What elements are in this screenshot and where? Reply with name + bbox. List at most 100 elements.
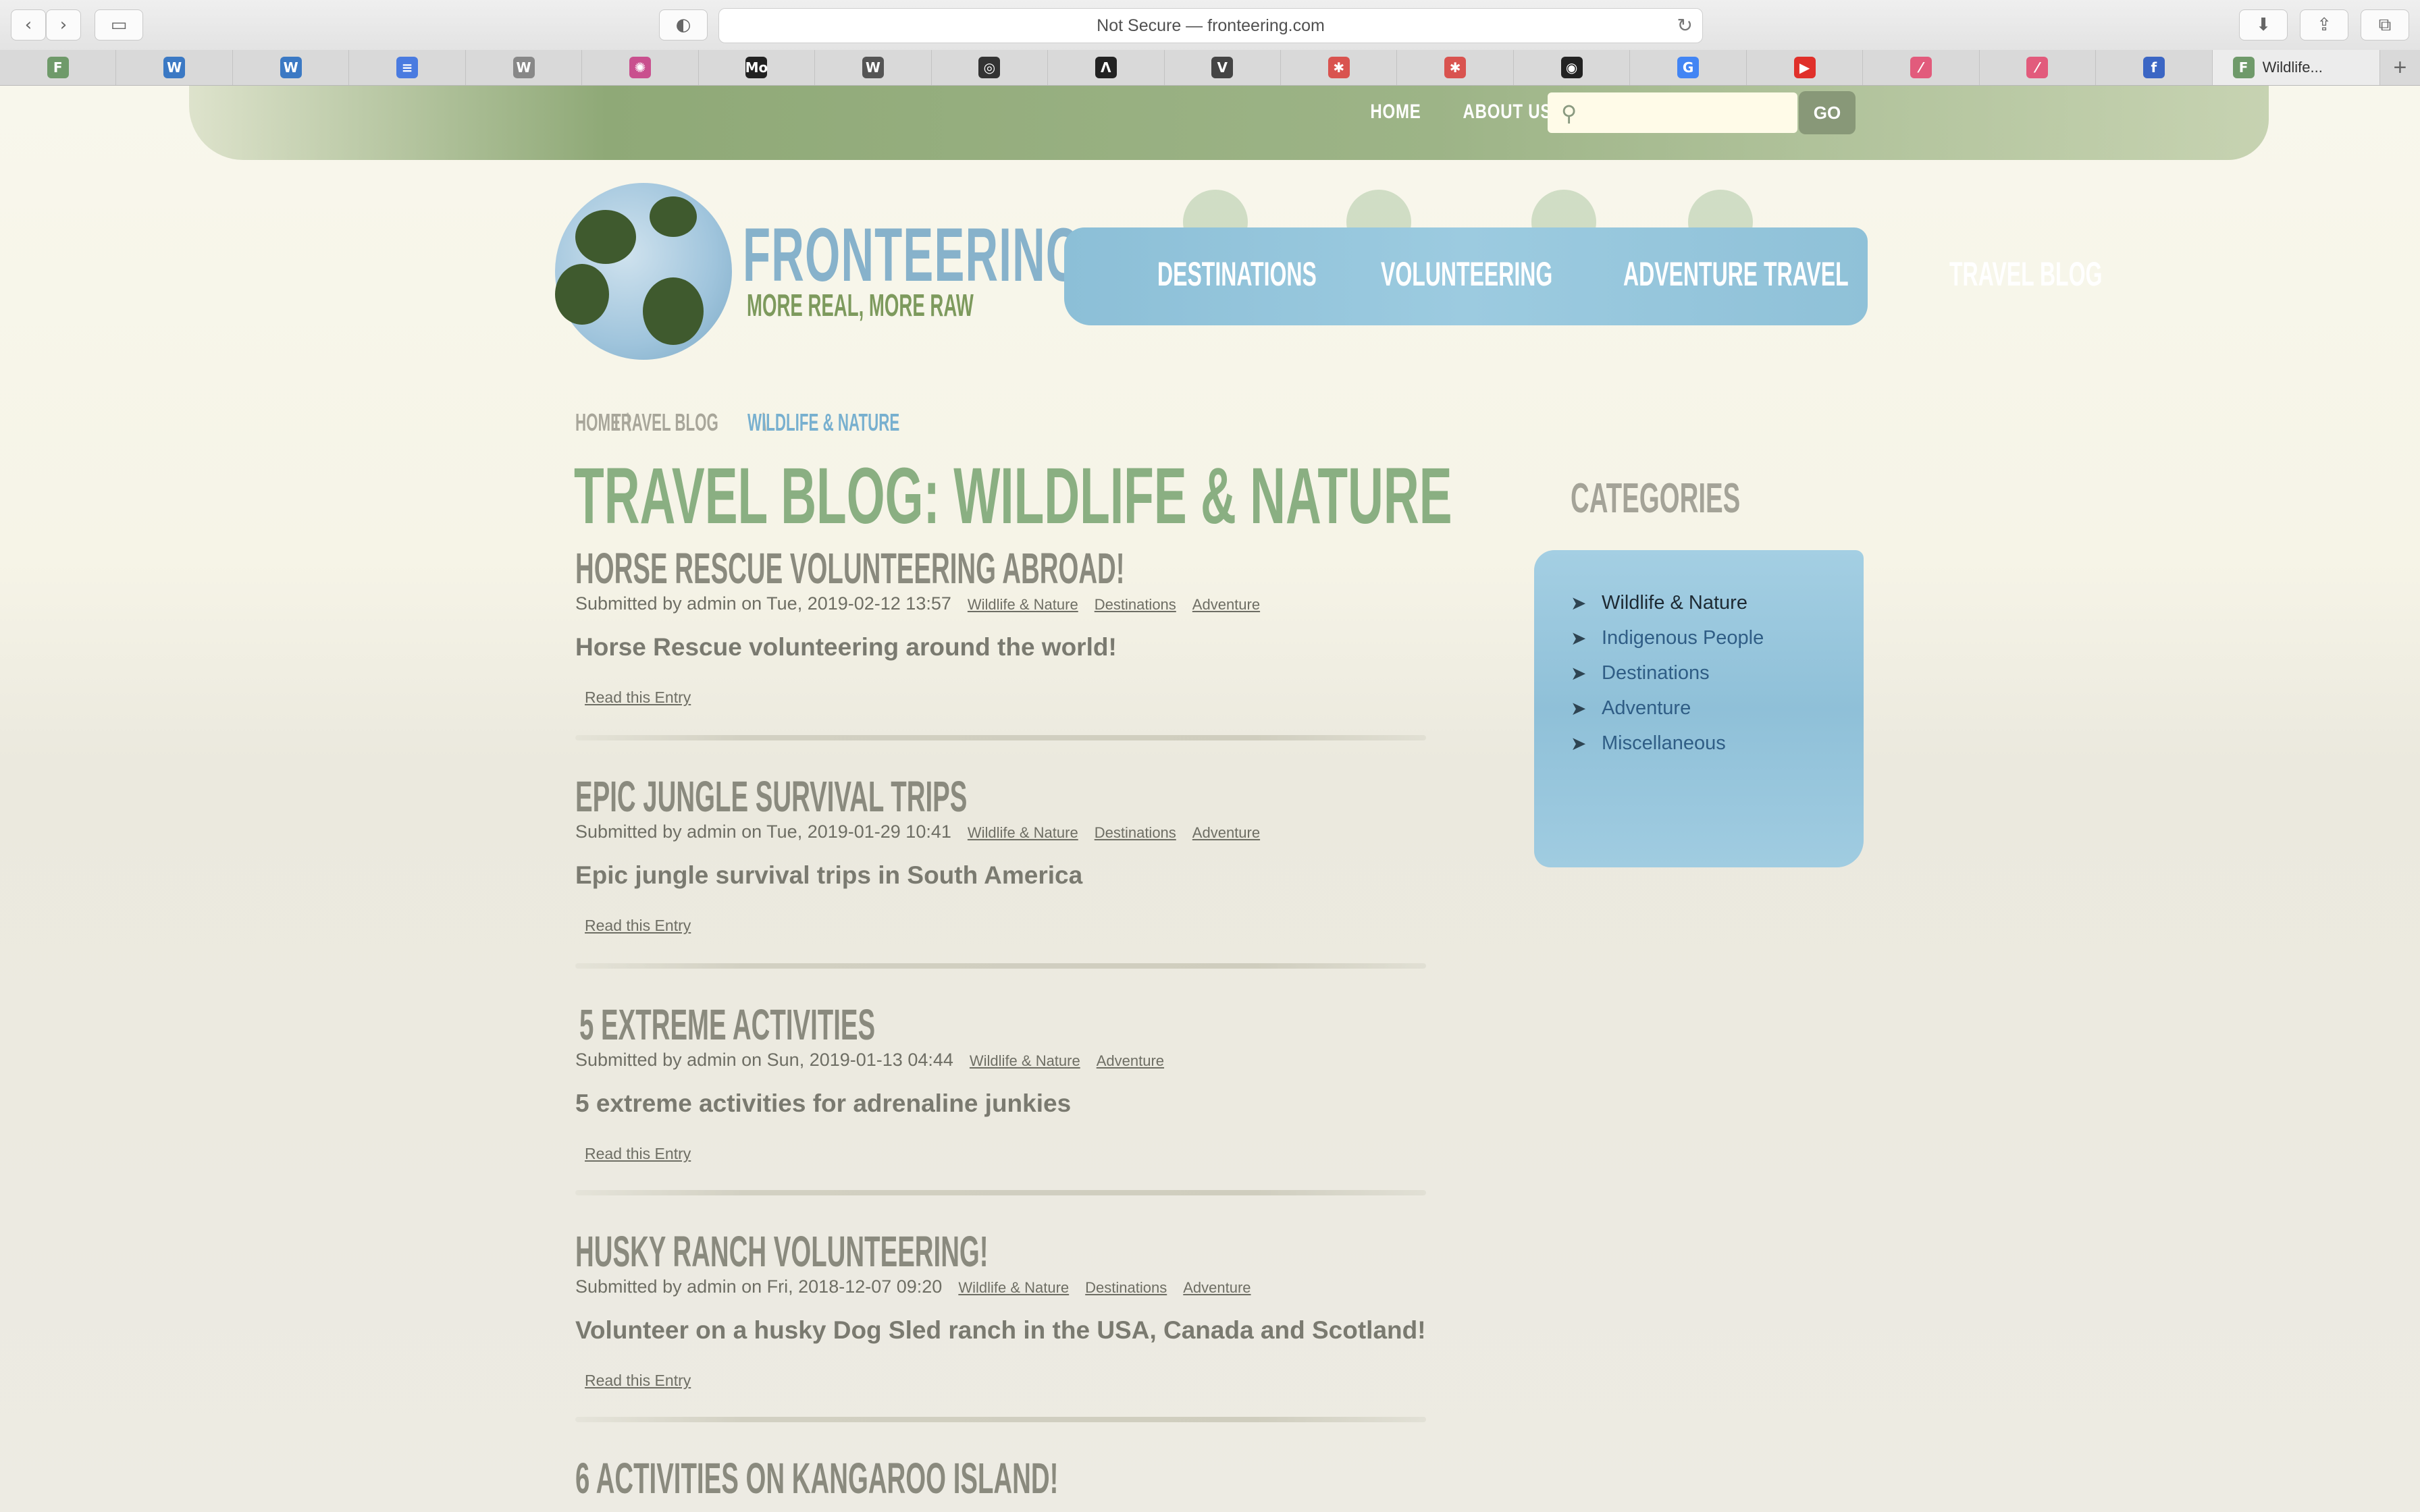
- top-nav-home[interactable]: HOME: [1370, 101, 1421, 124]
- entry-title[interactable]: HUSKY RANCH VOLUNTEERING!: [575, 1226, 1086, 1276]
- pinned-tab[interactable]: ✱: [1281, 50, 1398, 85]
- tree-blob: [555, 264, 609, 325]
- tag-link[interactable]: Wildlife & Nature: [968, 824, 1078, 842]
- search-go-button[interactable]: GO: [1799, 91, 1856, 134]
- main-nav: DESTINATIONS VOLUNTEERING ADVENTURE TRAV…: [1157, 254, 2147, 294]
- category-item-miscellaneous[interactable]: ➤ Miscellaneous: [1571, 726, 1764, 761]
- pinned-tab[interactable]: Λ: [1048, 50, 1165, 85]
- share-button[interactable]: ⇪: [2300, 9, 2348, 40]
- category-item-adventure[interactable]: ➤ Adventure: [1571, 691, 1764, 726]
- privacy-report-button[interactable]: ◐: [659, 9, 708, 40]
- pinned-tab[interactable]: W: [233, 50, 350, 85]
- nav-adventure-travel[interactable]: ADVENTURE TRAVEL: [1623, 254, 1849, 294]
- breadcrumb: HOME \ TRAVEL BLOG \ WILDLIFE & NATURE: [575, 408, 957, 437]
- entry-submitted: Submitted by admin on Sun, 2019-01-13 04…: [575, 1050, 953, 1070]
- tag-link[interactable]: Destinations: [1095, 824, 1176, 842]
- read-entry-link[interactable]: Read this Entry: [585, 1145, 691, 1163]
- tag-link[interactable]: Adventure: [1183, 1279, 1251, 1297]
- fronteering-favicon: F: [2232, 57, 2255, 78]
- search-input[interactable]: ⚲: [1548, 92, 1797, 133]
- tabs-overview-button[interactable]: ⧉: [2361, 9, 2409, 40]
- sidebar-toggle-button[interactable]: ▭: [95, 9, 143, 40]
- globe-logo-icon[interactable]: [555, 183, 732, 360]
- category-item-indigenous-people[interactable]: ➤ Indigenous People: [1571, 620, 1764, 655]
- pinned-tab[interactable]: ◉: [1514, 50, 1631, 85]
- pinned-tab[interactable]: ⁄: [1863, 50, 1980, 85]
- chevron-right-icon: ➤: [1571, 697, 1587, 720]
- page-title: TRAVEL BLOG: WILDLIFE & NATURE: [574, 452, 1452, 541]
- top-nav: HOME ABOUT US: [1364, 101, 1563, 124]
- category-label: Indigenous People: [1602, 626, 1764, 649]
- breadcrumb-travel-blog[interactable]: TRAVEL BLOG: [612, 408, 718, 437]
- chevron-right-icon: ➤: [1571, 591, 1587, 614]
- tag-link[interactable]: Adventure: [1192, 596, 1260, 614]
- category-label: Adventure: [1602, 697, 1691, 719]
- blog-entry: HORSE RESCUE VOLUNTEERING ABROAD! Submit…: [575, 543, 1426, 707]
- chevron-left-icon: ‹: [24, 15, 32, 35]
- entry-submitted: Submitted by admin on Tue, 2019-02-12 13…: [575, 593, 951, 614]
- entry-title[interactable]: 5 EXTREME ACTIVITIES: [575, 1000, 1086, 1049]
- entry-summary: 5 extreme activities for adrenaline junk…: [575, 1089, 1072, 1117]
- red-wheel-icon: ✱: [1327, 57, 1350, 78]
- read-entry-link[interactable]: Read this Entry: [585, 688, 691, 707]
- active-tab[interactable]: F Wildlife...: [2212, 50, 2380, 85]
- pinned-tab[interactable]: W: [116, 50, 233, 85]
- breadcrumb-current[interactable]: WILDLIFE & NATURE: [747, 408, 899, 437]
- logo-title[interactable]: FRONTEERING: [743, 211, 1082, 298]
- pinned-tab[interactable]: ◎: [932, 50, 1049, 85]
- tag-link[interactable]: Wildlife & Nature: [970, 1052, 1080, 1070]
- entry-divider: [575, 1190, 1426, 1195]
- tag-link[interactable]: Adventure: [1097, 1052, 1164, 1070]
- top-nav-about-us[interactable]: ABOUT US: [1463, 101, 1552, 124]
- tabs-icon: ⧉: [2378, 14, 2392, 35]
- pinned-tab[interactable]: ✺: [582, 50, 699, 85]
- address-bar[interactable]: Not Secure — fronteering.com ↻: [718, 8, 1703, 43]
- entry-title[interactable]: HORSE RESCUE VOLUNTEERING ABROAD!: [575, 543, 1125, 593]
- nav-volunteering[interactable]: VOLUNTEERING: [1381, 254, 1552, 294]
- pinned-tab[interactable]: G: [1630, 50, 1747, 85]
- category-item-wildlife-nature[interactable]: ➤ Wildlife & Nature: [1571, 585, 1764, 620]
- fronteering-favicon: F: [47, 57, 69, 78]
- entry-title[interactable]: EPIC JUNGLE SURVIVAL TRIPS: [575, 772, 1086, 821]
- mo-icon: Mo: [745, 57, 768, 78]
- pinned-tab[interactable]: f: [2096, 50, 2213, 85]
- back-button[interactable]: ‹: [11, 9, 46, 40]
- read-entry-link[interactable]: Read this Entry: [585, 917, 691, 935]
- google-docs-icon: ≡: [396, 57, 419, 78]
- blog-entry: 5 EXTREME ACTIVITIES Submitted by admin …: [575, 1000, 1426, 1163]
- nav-destinations[interactable]: DESTINATIONS: [1157, 254, 1317, 294]
- pinned-tab[interactable]: ✱: [1397, 50, 1514, 85]
- entry-title[interactable]: 6 ACTIVITIES ON KANGAROO ISLAND!: [575, 1453, 1086, 1503]
- pinned-tab[interactable]: ▶: [1747, 50, 1864, 85]
- browser-toolbar: ‹ › ▭ ◐ Not Secure — fronteering.com ↻ ⬇…: [0, 0, 2420, 51]
- nav-travel-blog[interactable]: TRAVEL BLOG: [1949, 254, 2102, 294]
- logo-tagline: MORE REAL, MORE RAW: [747, 288, 974, 323]
- tag-link[interactable]: Destinations: [1095, 596, 1176, 614]
- web-page: HOME ABOUT US ⚲ GO FRONTEERING MORE REAL…: [0, 86, 2420, 1512]
- new-tab-plus-icon[interactable]: +: [2380, 50, 2420, 85]
- chevron-right-icon: ➤: [1571, 732, 1587, 755]
- tag-link[interactable]: Adventure: [1192, 824, 1260, 842]
- read-entry-link[interactable]: Read this Entry: [585, 1372, 691, 1390]
- tag-link[interactable]: Destinations: [1085, 1279, 1167, 1297]
- pinned-tab[interactable]: V: [1165, 50, 1281, 85]
- pinned-tab[interactable]: Mo: [699, 50, 816, 85]
- entry-summary: Volunteer on a husky Dog Sled ranch in t…: [575, 1316, 1426, 1344]
- pinned-tab[interactable]: W: [466, 50, 583, 85]
- category-item-destinations[interactable]: ➤ Destinations: [1571, 655, 1764, 691]
- reload-icon[interactable]: ↻: [1677, 14, 1693, 36]
- pinned-tab[interactable]: ≡: [349, 50, 466, 85]
- categories-list: ➤ Wildlife & Nature ➤ Indigenous People ➤ D…: [1571, 585, 1764, 761]
- forward-button[interactable]: ›: [46, 9, 81, 40]
- downloads-button[interactable]: ⬇: [2239, 9, 2288, 40]
- tag-link[interactable]: Wildlife & Nature: [958, 1279, 1069, 1297]
- category-label: Wildlife & Nature: [1602, 591, 1747, 614]
- pinned-tab[interactable]: ⁄: [1980, 50, 2097, 85]
- tag-link[interactable]: Wildlife & Nature: [968, 596, 1078, 614]
- tree-blob: [575, 210, 636, 264]
- pinned-tab[interactable]: F: [0, 50, 117, 85]
- url-text: Not Secure — fronteering.com: [1097, 16, 1325, 35]
- pinned-tab[interactable]: W: [815, 50, 932, 85]
- w-icon: W: [512, 57, 535, 78]
- entry-divider: [575, 735, 1426, 740]
